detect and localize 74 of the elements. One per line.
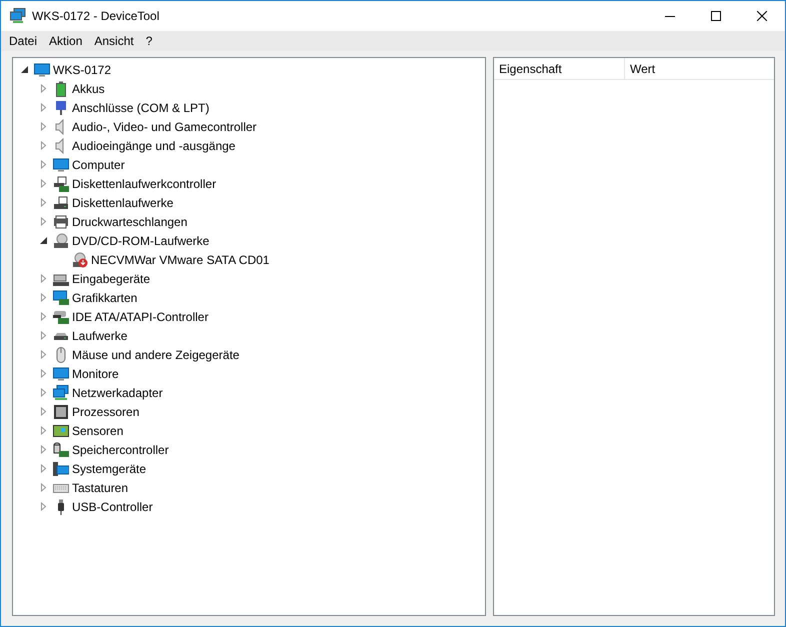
tree-item[interactable]: DVD/CD-ROM-Laufwerke: [72, 234, 210, 248]
menu-item[interactable]: Datei: [3, 34, 44, 48]
processor-icon: [53, 404, 69, 420]
window-title: WKS-0172 - DeviceTool: [32, 9, 160, 23]
expand-arrow-icon[interactable]: [39, 293, 48, 302]
battery-icon: [53, 80, 69, 96]
tree-item[interactable]: IDE ATA/ATAPI-Controller: [72, 310, 208, 324]
tree-item[interactable]: Akkus: [72, 82, 105, 96]
expand-arrow-icon[interactable]: [39, 483, 48, 492]
column-header[interactable]: Wert: [625, 58, 774, 79]
tree-item[interactable]: WKS-0172: [53, 62, 112, 76]
expand-arrow-icon[interactable]: [39, 369, 48, 378]
expand-arrow-icon[interactable]: [39, 445, 48, 454]
expand-arrow-icon[interactable]: [39, 407, 48, 416]
column-header[interactable]: Eigenschaft: [494, 58, 625, 79]
menu-item[interactable]: Aktion: [43, 34, 88, 48]
expand-arrow-icon[interactable]: [39, 141, 48, 150]
tree-item[interactable]: Netzwerkadapter: [72, 386, 163, 400]
storage-controller-icon: [53, 442, 69, 458]
collapse-arrow-icon[interactable]: [20, 65, 29, 74]
disc-drive-icon: [53, 232, 69, 248]
printer-icon: [53, 214, 69, 230]
system-device-icon: [53, 460, 69, 476]
expand-arrow-icon[interactable]: [39, 464, 48, 473]
tree-item[interactable]: Grafikkarten: [72, 290, 138, 304]
tree-item[interactable]: Monitore: [72, 366, 119, 380]
expand-arrow-icon[interactable]: [39, 331, 48, 340]
graphics-card-icon: [53, 290, 69, 306]
expand-arrow-icon[interactable]: [39, 179, 48, 188]
monitor-icon: [53, 366, 69, 382]
tree-item[interactable]: Audio-, Video- und Gamecontroller: [72, 120, 257, 134]
expand-arrow-icon[interactable]: [39, 350, 48, 359]
menu-item[interactable]: ?: [140, 34, 158, 48]
tree-item[interactable]: Diskettenlaufwerkcontroller: [72, 176, 216, 190]
collapse-arrow-icon[interactable]: [39, 236, 48, 245]
expand-arrow-icon[interactable]: [39, 122, 48, 131]
tree-item[interactable]: Druckwarteschlangen: [72, 214, 188, 228]
expand-arrow-icon[interactable]: [39, 198, 48, 207]
monitor-icon: [34, 62, 50, 78]
tree-item[interactable]: Sensoren: [72, 424, 124, 438]
expand-arrow-icon[interactable]: [39, 388, 48, 397]
expand-arrow-icon[interactable]: [39, 312, 48, 321]
maximize-icon: [711, 11, 721, 21]
close-icon: [757, 11, 767, 21]
network-icon: [10, 8, 26, 24]
tree-item[interactable]: Systemgeräte: [72, 462, 146, 476]
sensor-icon: [53, 422, 69, 438]
network-icon: [53, 384, 69, 400]
expand-arrow-icon[interactable]: [39, 160, 48, 169]
tree-item[interactable]: USB-Controller: [72, 500, 153, 514]
disc-error-icon: [72, 252, 88, 268]
expand-arrow-icon[interactable]: [39, 217, 48, 226]
tree-item[interactable]: Eingabegeräte: [72, 272, 150, 286]
tree-item[interactable]: Laufwerke: [72, 328, 128, 342]
expand-arrow-icon[interactable]: [39, 426, 48, 435]
tree-item[interactable]: Tastaturen: [72, 480, 128, 494]
tree-item[interactable]: NECVMWar VMware SATA CD01: [91, 252, 270, 266]
monitor-icon: [53, 156, 69, 172]
tree-item[interactable]: Diskettenlaufwerke: [72, 196, 174, 210]
tree-item[interactable]: Prozessoren: [72, 404, 140, 418]
expand-arrow-icon[interactable]: [39, 502, 48, 511]
tree-item[interactable]: Anschlüsse (COM & LPT): [72, 100, 210, 114]
tree-item[interactable]: Computer: [72, 158, 125, 172]
port-icon: [53, 100, 69, 116]
tree-item[interactable]: Mäuse und andere Zeigegeräte: [72, 348, 240, 362]
expand-arrow-icon[interactable]: [39, 103, 48, 112]
tree-item[interactable]: Speichercontroller: [72, 442, 169, 456]
menu-item[interactable]: Ansicht: [88, 34, 140, 48]
expand-arrow-icon[interactable]: [39, 84, 48, 93]
floppy-controller-icon: [53, 176, 69, 192]
expand-arrow-icon[interactable]: [39, 274, 48, 283]
tree-item[interactable]: Audioeingänge und -ausgänge: [72, 138, 236, 152]
floppy-drive-icon: [53, 194, 69, 210]
controller-card-icon: [53, 308, 69, 324]
